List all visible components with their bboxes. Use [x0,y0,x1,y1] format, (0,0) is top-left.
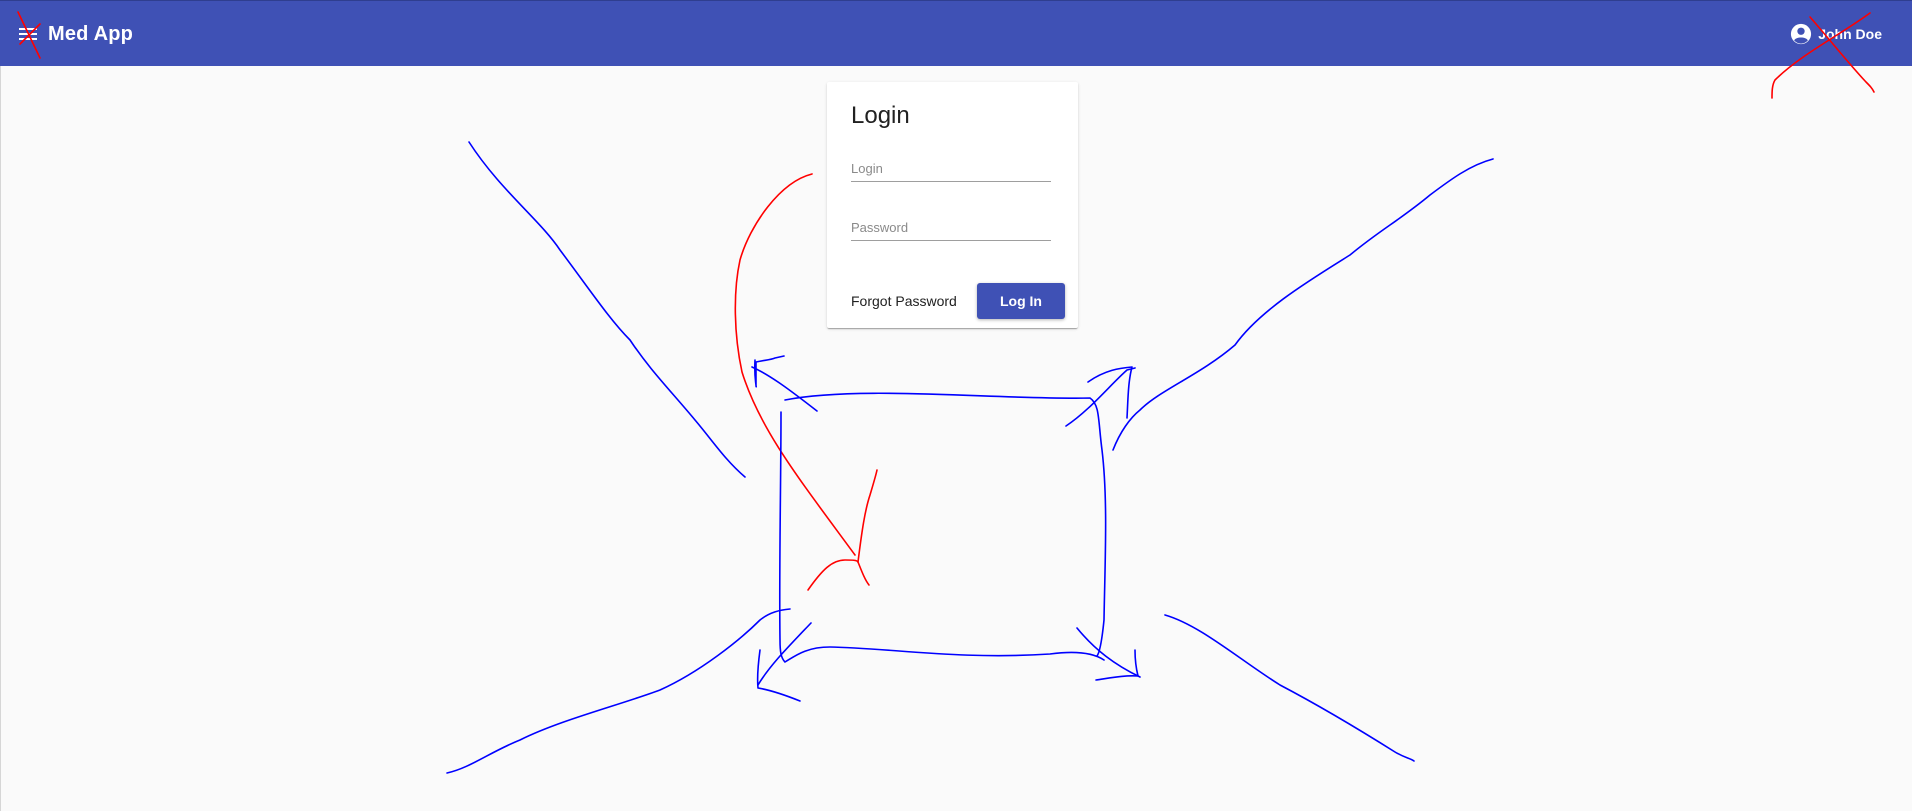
login-card: Login Forgot Password Log In [827,82,1078,328]
blue-line-stroke [1164,614,1415,762]
user-menu-button[interactable]: John Doe [1790,22,1882,46]
window-edge [0,0,1,811]
blue-rectangle-stroke [784,392,1107,657]
log-in-button[interactable]: Log In [977,283,1065,319]
blue-rectangle-stroke [778,411,1105,663]
password-input[interactable] [851,216,1051,238]
red-arrow-stroke [807,559,859,591]
blue-arrowhead-stroke [1095,649,1139,681]
blue-line-stroke [468,141,746,478]
user-name: John Doe [1818,26,1882,42]
blue-arrowhead-stroke [1087,366,1133,419]
blue-arrowhead-stroke [1065,367,1136,427]
app-title: Med App [48,23,134,45]
blue-arrowhead-stroke [753,355,785,388]
login-title: Login [851,102,910,129]
blue-line-stroke [1112,158,1494,451]
blue-arrowhead-stroke [756,649,801,702]
forgot-password-link[interactable]: Forgot Password [851,293,957,309]
login-input[interactable] [851,157,1051,179]
blue-arrowhead-stroke [757,622,812,686]
menu-icon [19,28,37,40]
blue-line-stroke [446,608,791,774]
blue-arrowhead-stroke [1076,627,1141,678]
red-arrow-stroke [857,561,870,586]
password-field [851,216,1051,241]
blue-arrowhead-stroke [751,366,818,412]
top-toolbar: Med App John Doe [0,0,1912,66]
login-field [851,157,1051,182]
red-arrow-stroke [857,469,878,563]
account-circle-icon [1791,23,1812,45]
menu-button[interactable] [16,22,40,46]
app-page: Med App John Doe Login Forgot Password L… [0,0,1912,811]
